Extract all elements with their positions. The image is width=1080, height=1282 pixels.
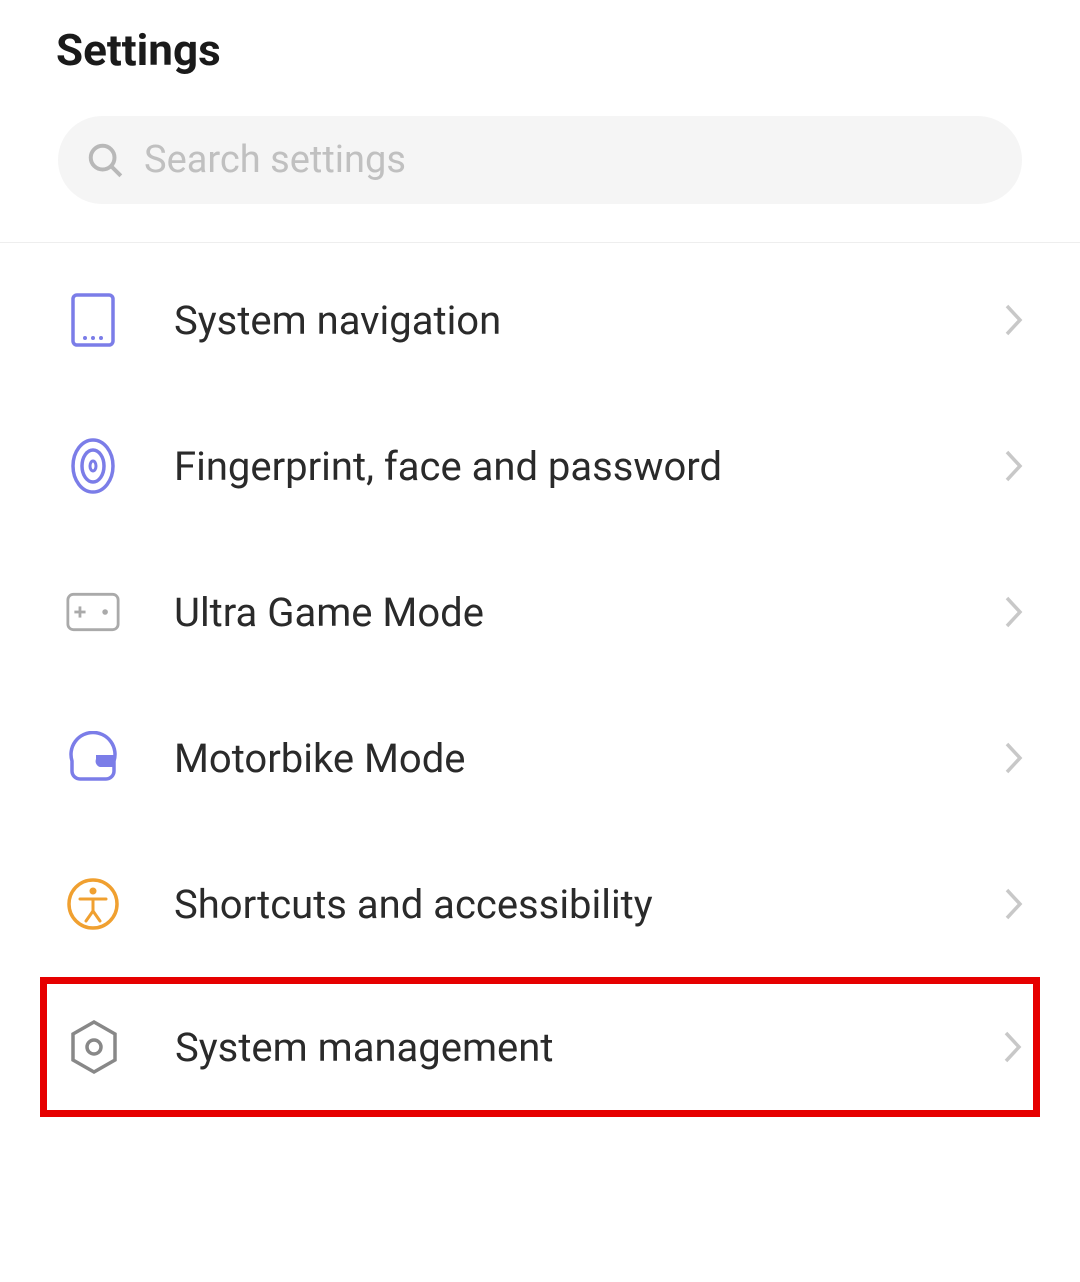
chevron-right-icon	[1003, 1030, 1023, 1064]
accessibility-icon	[66, 877, 120, 931]
chevron-right-icon	[1004, 887, 1024, 921]
item-label: Motorbike Mode	[174, 735, 1004, 782]
search-container: Search settings	[0, 116, 1080, 242]
header: Settings	[0, 0, 1080, 116]
search-placeholder: Search settings	[144, 138, 406, 182]
helmet-icon	[66, 731, 120, 785]
item-label: System management	[175, 1024, 1003, 1071]
chevron-right-icon	[1004, 595, 1024, 629]
item-label: Shortcuts and accessibility	[174, 881, 1004, 928]
item-label: Ultra Game Mode	[174, 589, 1004, 636]
chevron-right-icon	[1004, 449, 1024, 483]
settings-item-motorbike[interactable]: Motorbike Mode	[0, 685, 1080, 831]
fingerprint-icon	[66, 439, 120, 493]
phone-icon	[66, 293, 120, 347]
search-input[interactable]: Search settings	[58, 116, 1022, 204]
settings-item-fingerprint[interactable]: Fingerprint, face and password	[0, 393, 1080, 539]
settings-item-game-mode[interactable]: Ultra Game Mode	[0, 539, 1080, 685]
gamepad-icon	[66, 585, 120, 639]
chevron-right-icon	[1004, 741, 1024, 775]
settings-list: System navigation Fingerprint, face and …	[0, 243, 1080, 1117]
gear-hex-icon	[67, 1020, 121, 1074]
item-label: Fingerprint, face and password	[174, 443, 1004, 490]
chevron-right-icon	[1004, 303, 1024, 337]
item-label: System navigation	[174, 297, 1004, 344]
page-title: Settings	[56, 24, 1024, 76]
settings-item-system-management[interactable]: System management	[40, 977, 1040, 1117]
settings-item-system-navigation[interactable]: System navigation	[0, 247, 1080, 393]
search-icon	[86, 141, 124, 179]
settings-item-accessibility[interactable]: Shortcuts and accessibility	[0, 831, 1080, 977]
